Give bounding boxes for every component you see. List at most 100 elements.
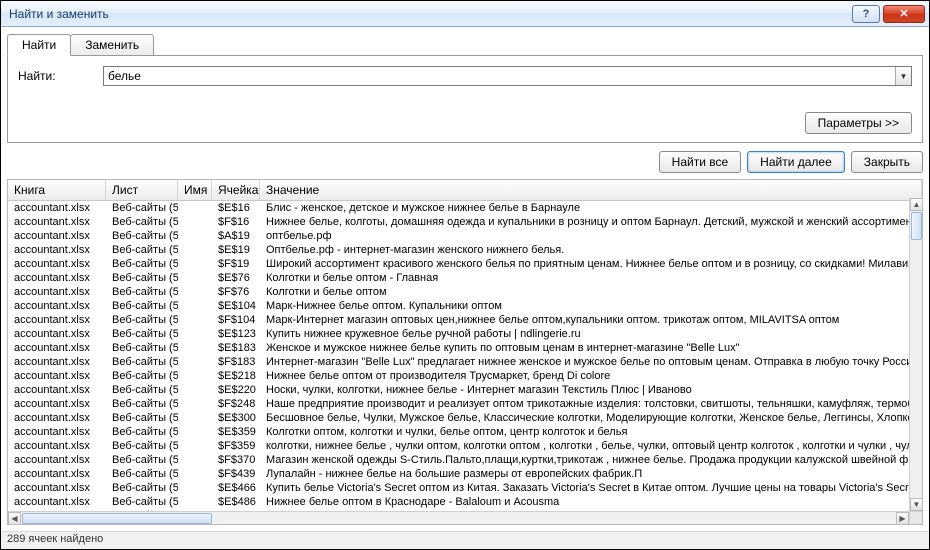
vertical-scrollbar[interactable]: ▲ ▼ (909, 198, 922, 511)
tab-replace[interactable]: Заменить (70, 34, 154, 56)
cell-book: accountant.xlsx (8, 285, 106, 299)
table-row[interactable]: accountant.xlsxВеб-сайты (5)$F$19Широкий… (8, 257, 922, 271)
cell-value: Магазин женской одежды S-Стиль.Пальто,пл… (260, 453, 922, 467)
cell-value: Нижнее белье оптом от производителя Трус… (260, 369, 922, 383)
scroll-up-icon[interactable]: ▲ (910, 198, 923, 211)
cell-book: accountant.xlsx (8, 383, 106, 397)
cell-book: accountant.xlsx (8, 411, 106, 425)
horizontal-scrollbar[interactable]: ◀ ▶ (8, 511, 909, 524)
titlebar: Найти и заменить ? ✕ (1, 1, 929, 27)
window-buttons: ? ✕ (852, 5, 925, 23)
cell-name (178, 467, 212, 481)
cell-book: accountant.xlsx (8, 327, 106, 341)
cell-name (178, 243, 212, 257)
cell-book: accountant.xlsx (8, 369, 106, 383)
cell-cell: $E$123 (212, 327, 260, 341)
cell-cell: $F$104 (212, 313, 260, 327)
table-row[interactable]: accountant.xlsxВеб-сайты (5)$E$76Колготк… (8, 271, 922, 285)
cell-sheet: Веб-сайты (5) (106, 495, 178, 509)
table-row[interactable]: accountant.xlsxВеб-сайты (5)$F$183Интерн… (8, 355, 922, 369)
table-row[interactable]: accountant.xlsxВеб-сайты (5)$E$104Марк-Н… (8, 299, 922, 313)
cell-sheet: Веб-сайты (5) (106, 369, 178, 383)
find-panel: Найти: ▼ Параметры >> (7, 55, 923, 143)
scroll-left-icon[interactable]: ◀ (8, 512, 21, 525)
table-row[interactable]: accountant.xlsxВеб-сайты (5)$E$486Нижнее… (8, 495, 922, 509)
cell-book: accountant.xlsx (8, 355, 106, 369)
cell-book: accountant.xlsx (8, 453, 106, 467)
find-all-button[interactable]: Найти все (659, 151, 742, 173)
window-close-button[interactable]: ✕ (883, 5, 925, 23)
find-next-button[interactable]: Найти далее (747, 151, 845, 173)
cell-cell: $E$104 (212, 299, 260, 313)
cell-name (178, 411, 212, 425)
cell-sheet: Веб-сайты (5) (106, 285, 178, 299)
table-row[interactable]: accountant.xlsxВеб-сайты (5)$E$220Носки,… (8, 383, 922, 397)
table-row[interactable]: accountant.xlsxВеб-сайты (5)$A$19оптбель… (8, 229, 922, 243)
vscroll-thumb[interactable] (911, 212, 922, 240)
cell-value: Носки, чулки, колготки, нижнее белье - И… (260, 383, 922, 397)
results-grid: Книга Лист Имя Ячейка Значение accountan… (7, 179, 923, 525)
table-row[interactable]: accountant.xlsxВеб-сайты (5)$E$16Блис - … (8, 201, 922, 215)
find-input[interactable] (104, 67, 895, 85)
cell-name (178, 299, 212, 313)
col-sheet[interactable]: Лист (106, 180, 178, 200)
table-row[interactable]: accountant.xlsxВеб-сайты (5)$F$248Наше п… (8, 397, 922, 411)
hscroll-thumb[interactable] (22, 513, 212, 524)
cell-book: accountant.xlsx (8, 495, 106, 509)
table-row[interactable]: accountant.xlsxВеб-сайты (5)$E$466Купить… (8, 481, 922, 495)
table-row[interactable]: accountant.xlsxВеб-сайты (5)$F$370Магази… (8, 453, 922, 467)
table-row[interactable]: accountant.xlsxВеб-сайты (5)$E$19Оптбель… (8, 243, 922, 257)
cell-cell: $A$19 (212, 229, 260, 243)
tabstrip: Найти Заменить (7, 33, 923, 55)
col-book[interactable]: Книга (8, 180, 106, 200)
table-row[interactable]: accountant.xlsxВеб-сайты (5)$F$16Нижнее … (8, 215, 922, 229)
cell-sheet: Веб-сайты (5) (106, 313, 178, 327)
table-row[interactable]: accountant.xlsxВеб-сайты (5)$F$76Колготк… (8, 285, 922, 299)
cell-cell: $E$359 (212, 425, 260, 439)
cell-book: accountant.xlsx (8, 271, 106, 285)
cell-cell: $F$76 (212, 285, 260, 299)
help-button[interactable]: ? (852, 5, 880, 23)
cell-name (178, 425, 212, 439)
table-row[interactable]: accountant.xlsxВеб-сайты (5)$E$300Бесшов… (8, 411, 922, 425)
table-row[interactable]: accountant.xlsxВеб-сайты (5)$E$183Женско… (8, 341, 922, 355)
cell-book: accountant.xlsx (8, 341, 106, 355)
cell-sheet: Веб-сайты (5) (106, 229, 178, 243)
cell-sheet: Веб-сайты (5) (106, 397, 178, 411)
cell-name (178, 369, 212, 383)
col-value[interactable]: Значение (260, 180, 922, 200)
tab-find[interactable]: Найти (7, 34, 71, 56)
col-cell[interactable]: Ячейка (212, 180, 260, 200)
find-combo[interactable]: ▼ (103, 66, 912, 86)
cell-sheet: Веб-сайты (5) (106, 201, 178, 215)
cell-sheet: Веб-сайты (5) (106, 257, 178, 271)
table-row[interactable]: accountant.xlsxВеб-сайты (5)$E$359Колгот… (8, 425, 922, 439)
cell-cell: $F$16 (212, 215, 260, 229)
dropdown-icon[interactable]: ▼ (895, 67, 911, 85)
close-button[interactable]: Закрыть (851, 151, 923, 173)
cell-sheet: Веб-сайты (5) (106, 411, 178, 425)
table-row[interactable]: accountant.xlsxВеб-сайты (5)$F$439Лупала… (8, 467, 922, 481)
grid-body: accountant.xlsxВеб-сайты (5)$E$16Блис - … (8, 201, 922, 524)
cell-name (178, 355, 212, 369)
col-name[interactable]: Имя (178, 180, 212, 200)
cell-book: accountant.xlsx (8, 397, 106, 411)
cell-cell: $E$466 (212, 481, 260, 495)
options-button[interactable]: Параметры >> (805, 112, 912, 134)
cell-book: accountant.xlsx (8, 481, 106, 495)
cell-book: accountant.xlsx (8, 299, 106, 313)
scroll-down-icon[interactable]: ▼ (910, 498, 923, 511)
table-row[interactable]: accountant.xlsxВеб-сайты (5)$E$218Нижнее… (8, 369, 922, 383)
table-row[interactable]: accountant.xlsxВеб-сайты (5)$E$123Купить… (8, 327, 922, 341)
table-row[interactable]: accountant.xlsxВеб-сайты (5)$F$104Марк-И… (8, 313, 922, 327)
scroll-right-icon[interactable]: ▶ (896, 512, 909, 525)
cell-name (178, 313, 212, 327)
cell-sheet: Веб-сайты (5) (106, 327, 178, 341)
cell-cell: $F$248 (212, 397, 260, 411)
cell-name (178, 481, 212, 495)
cell-book: accountant.xlsx (8, 201, 106, 215)
cell-name (178, 397, 212, 411)
cell-book: accountant.xlsx (8, 425, 106, 439)
table-row[interactable]: accountant.xlsxВеб-сайты (5)$F$359колгот… (8, 439, 922, 453)
cell-sheet: Веб-сайты (5) (106, 243, 178, 257)
